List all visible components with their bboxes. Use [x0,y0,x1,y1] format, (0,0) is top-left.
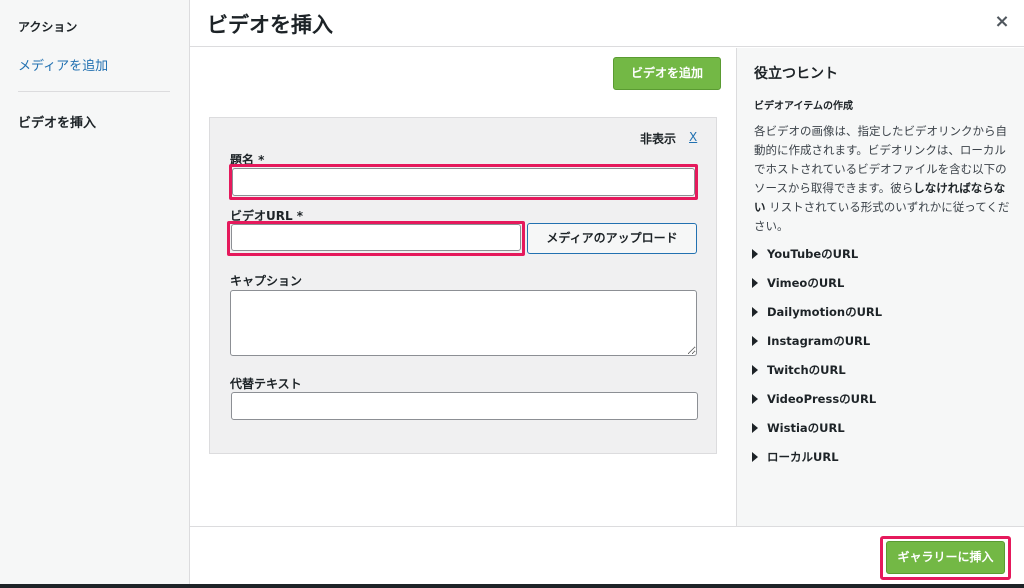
hints-text-after: リストされている形式のいずれかに従ってください。 [754,200,1010,233]
hints-title: 役立つヒント [754,66,838,82]
video-item-panel: 非表示 X 題名 * ビデオURL * メディアのアップロード キャプション 代… [209,117,717,454]
url-format-item-local[interactable]: ローカルURL [752,449,882,478]
sidebar: アクション メディアを追加 ビデオを挿入 [0,0,190,588]
add-video-button[interactable]: ビデオを追加 [613,57,721,90]
sidebar-item-insert-video[interactable]: ビデオを挿入 [18,112,96,131]
caption-label: キャプション [230,274,303,288]
caret-right-icon [752,394,758,404]
url-format-list: YouTubeのURL VimeoのURL DailymotionのURL In… [752,246,882,478]
video-url-label: ビデオURL * [230,209,304,223]
sidebar-heading: アクション [18,20,78,34]
url-format-item-vimeo[interactable]: VimeoのURL [752,275,882,304]
caption-textarea[interactable] [230,290,697,356]
caret-right-icon [752,278,758,288]
caret-right-icon [752,307,758,317]
url-format-item-videopress[interactable]: VideoPressのURL [752,391,882,420]
alt-text-label: 代替テキスト [230,377,302,391]
url-format-label: VideoPressのURL [767,392,877,406]
hints-subtitle: ビデオアイテムの作成 [754,101,853,112]
title-label: 題名 * [230,153,265,167]
bottom-edge [0,584,1024,588]
url-format-label: DailymotionのURL [767,305,883,319]
close-icon[interactable]: × [992,11,1012,35]
url-format-item-youtube[interactable]: YouTubeのURL [752,246,882,275]
hints-description: 各ビデオの画像は、指定したビデオリンクから自動的に作成されます。ビデオリンクは、… [754,122,1016,236]
video-url-input[interactable] [231,224,521,251]
upload-media-button[interactable]: メディアのアップロード [527,223,697,254]
url-format-label: WistiaのURL [767,421,845,435]
hints-panel: 役立つヒント ビデオアイテムの作成 各ビデオの画像は、指定したビデオリンクから自… [736,48,1024,526]
url-format-item-twitch[interactable]: TwitchのURL [752,362,882,391]
url-format-label: TwitchのURL [767,363,846,377]
hide-link[interactable]: 非表示 [640,130,676,147]
modal-title: ビデオを挿入 [207,13,333,37]
caret-right-icon [752,452,758,462]
modal-footer: ギャラリーに挿入 [190,526,1024,588]
url-format-label: ローカルURL [767,450,839,464]
alt-text-input[interactable] [231,392,698,420]
caret-right-icon [752,249,758,259]
caret-right-icon [752,336,758,346]
insert-into-gallery-button[interactable]: ギャラリーに挿入 [886,541,1005,574]
url-format-item-instagram[interactable]: InstagramのURL [752,333,882,362]
url-format-label: VimeoのURL [767,276,845,290]
caret-right-icon [752,423,758,433]
url-format-item-dailymotion[interactable]: DailymotionのURL [752,304,882,333]
remove-item-link[interactable]: X [689,130,697,144]
main-content: ビデオを追加 非表示 X 題名 * ビデオURL * メディアのアップロード キ… [190,48,736,526]
modal-header: ビデオを挿入 × [190,0,1024,47]
title-input[interactable] [232,168,695,196]
url-format-label: InstagramのURL [767,334,871,348]
sidebar-item-add-media[interactable]: メディアを追加 [18,55,108,74]
sidebar-divider [18,91,170,92]
url-format-item-wistia[interactable]: WistiaのURL [752,420,882,449]
caret-right-icon [752,365,758,375]
url-format-label: YouTubeのURL [767,247,859,261]
